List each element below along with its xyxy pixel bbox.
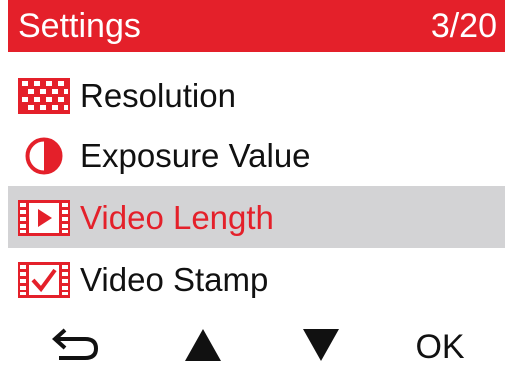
up-button[interactable] (180, 325, 226, 369)
header-bar: Settings 3/20 (8, 0, 505, 52)
triangle-down-icon (301, 327, 341, 368)
back-arrow-icon (51, 328, 101, 367)
menu-item-video-length[interactable]: Video Length (8, 186, 505, 248)
menu-item-label: Video Length (80, 199, 274, 236)
video-stamp-icon (18, 262, 70, 298)
exposure-icon (18, 137, 70, 175)
menu-item-resolution[interactable]: Resolution (8, 64, 505, 126)
menu-item-label: Exposure Value (80, 137, 311, 174)
resolution-icon (18, 78, 70, 114)
menu-item-exposure-value[interactable]: Exposure Value (8, 124, 505, 186)
page-title: Settings (18, 7, 141, 45)
back-button[interactable] (48, 325, 104, 369)
page-indicator: 3/20 (430, 7, 497, 45)
menu-item-video-stamp[interactable]: Video Stamp (8, 248, 505, 310)
video-length-icon (18, 200, 70, 236)
down-button[interactable] (298, 325, 344, 369)
menu-item-label: Resolution (80, 77, 236, 114)
menu-item-label: Video Stamp (80, 261, 269, 298)
ok-button[interactable]: OK (410, 325, 470, 369)
ok-label: OK (415, 328, 465, 366)
triangle-up-icon (183, 327, 223, 368)
